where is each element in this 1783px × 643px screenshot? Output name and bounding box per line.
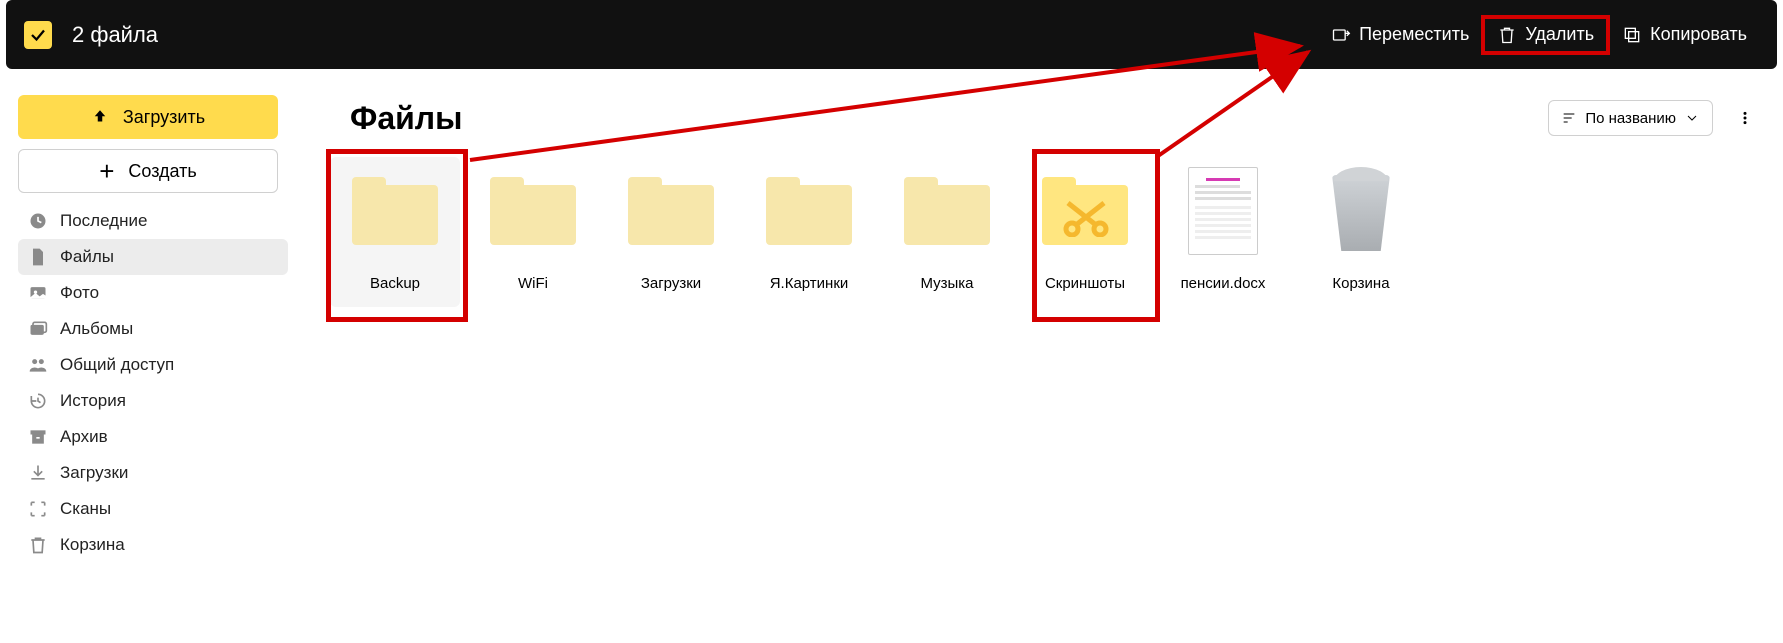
file-tile-trash[interactable]: Корзина (1296, 157, 1426, 307)
delete-label: Удалить (1525, 24, 1594, 45)
folder-icon (1042, 177, 1128, 245)
document-icon (1188, 167, 1258, 255)
sort-dropdown[interactable]: По названию (1548, 100, 1713, 136)
sidebar-item-label: Архив (60, 427, 108, 447)
sidebar-item-archive[interactable]: Архив (18, 419, 288, 455)
create-button[interactable]: + Создать (18, 149, 278, 193)
sidebar-item-photo[interactable]: Фото (18, 275, 288, 311)
file-name: Я.Картинки (770, 275, 849, 292)
sidebar-item-label: Загрузки (60, 463, 128, 483)
chevron-down-icon (1684, 110, 1700, 126)
file-tile-backup[interactable]: Backup (330, 157, 460, 307)
file-tile-music[interactable]: Музыка (882, 157, 1012, 307)
file-tile-wifi[interactable]: WiFi (468, 157, 598, 307)
trash-icon (1497, 25, 1517, 45)
file-name: Скриншоты (1045, 275, 1125, 292)
sidebar-item-label: Общий доступ (60, 355, 174, 375)
archive-icon (28, 427, 48, 447)
history-icon (28, 391, 48, 411)
sort-icon (1561, 110, 1577, 126)
upload-button[interactable]: Загрузить (18, 95, 278, 139)
albums-icon (28, 319, 48, 339)
sidebar-item-label: Последние (60, 211, 147, 231)
check-icon (29, 26, 47, 44)
file-name: Backup (370, 275, 420, 292)
folder-icon (490, 177, 576, 245)
people-icon (28, 355, 48, 375)
plus-icon: + (99, 156, 114, 187)
sidebar-item-shared[interactable]: Общий доступ (18, 347, 288, 383)
view-icon (1737, 110, 1753, 126)
folder-icon (766, 177, 852, 245)
sidebar-item-label: Корзина (60, 535, 125, 555)
file-tile-doc[interactable]: пенсии.docx (1158, 157, 1288, 307)
scan-icon (28, 499, 48, 519)
delete-button[interactable]: Удалить (1481, 15, 1610, 55)
file-tile-screenshots[interactable]: Скриншоты (1020, 157, 1150, 307)
sidebar: Загрузить + Создать Последние Файлы Фото… (18, 95, 288, 563)
file-name: Загрузки (641, 275, 701, 292)
file-tile-yapics[interactable]: Я.Картинки (744, 157, 874, 307)
file-name: Музыка (920, 275, 973, 292)
file-name: Корзина (1332, 275, 1389, 292)
upload-label: Загрузить (123, 107, 205, 128)
sidebar-item-scans[interactable]: Сканы (18, 491, 288, 527)
sidebar-item-files[interactable]: Файлы (18, 239, 288, 275)
sidebar-item-history[interactable]: История (18, 383, 288, 419)
sidebar-nav: Последние Файлы Фото Альбомы Общий досту… (18, 203, 288, 563)
selection-count: 2 файла (72, 22, 158, 48)
sidebar-item-trash[interactable]: Корзина (18, 527, 288, 563)
download-icon (28, 463, 48, 483)
folder-icon (628, 177, 714, 245)
upload-icon (91, 108, 109, 126)
sort-label: По названию (1585, 110, 1676, 127)
sidebar-item-label: История (60, 391, 126, 411)
sidebar-item-downloads[interactable]: Загрузки (18, 455, 288, 491)
clock-icon (28, 211, 48, 231)
trash-bin-icon (1326, 167, 1396, 255)
sidebar-item-label: Фото (60, 283, 99, 303)
copy-button[interactable]: Копировать (1610, 15, 1759, 55)
select-all-checkbox[interactable] (24, 21, 52, 49)
copy-icon (1622, 25, 1642, 45)
view-mode-button[interactable] (1727, 100, 1763, 136)
sidebar-item-albums[interactable]: Альбомы (18, 311, 288, 347)
sidebar-item-label: Сканы (60, 499, 111, 519)
sidebar-item-label: Альбомы (60, 319, 133, 339)
scissors-icon (1062, 199, 1110, 237)
file-icon (28, 247, 48, 267)
selection-action-bar: 2 файла Переместить Удалить Копировать (6, 0, 1777, 69)
create-label: Создать (128, 161, 196, 182)
move-button[interactable]: Переместить (1319, 15, 1481, 55)
move-label: Переместить (1359, 24, 1469, 45)
folder-icon (352, 177, 438, 245)
file-grid: Backup WiFi Загрузки Я.Картинки Музыка С… (330, 157, 1773, 307)
sidebar-item-label: Файлы (60, 247, 114, 267)
move-icon (1331, 25, 1351, 45)
main-content: Файлы По названию Backup WiFi Загрузки Я… (330, 100, 1773, 307)
file-tile-downloads[interactable]: Загрузки (606, 157, 736, 307)
trash-nav-icon (28, 535, 48, 555)
photo-icon (28, 283, 48, 303)
folder-icon (904, 177, 990, 245)
file-name: пенсии.docx (1181, 275, 1266, 292)
sidebar-item-recent[interactable]: Последние (18, 203, 288, 239)
copy-label: Копировать (1650, 24, 1747, 45)
file-name: WiFi (518, 275, 548, 292)
